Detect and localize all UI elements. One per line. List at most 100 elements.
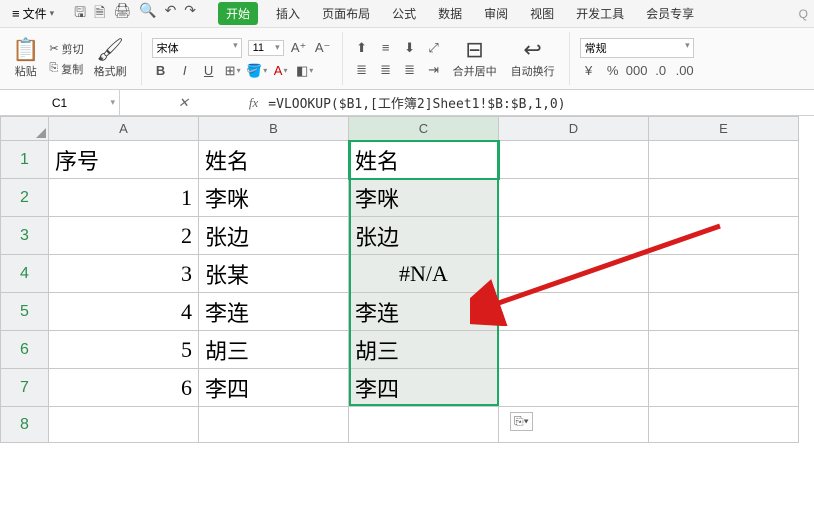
underline-icon[interactable]: U: [200, 62, 218, 80]
wrap-text-button[interactable]: ↩ 自动换行: [507, 37, 559, 81]
cell[interactable]: [499, 217, 649, 255]
orientation-icon[interactable]: ⤢: [425, 39, 443, 57]
row-header[interactable]: 7: [1, 369, 49, 407]
cell[interactable]: [499, 331, 649, 369]
select-all-corner[interactable]: [1, 117, 49, 141]
cell[interactable]: 1: [49, 179, 199, 217]
name-box-input[interactable]: [6, 96, 113, 110]
cell[interactable]: [649, 217, 799, 255]
cell[interactable]: [649, 179, 799, 217]
col-header-C[interactable]: C: [349, 117, 499, 141]
cell[interactable]: 3: [49, 255, 199, 293]
cell[interactable]: 李咪: [349, 179, 499, 217]
cell[interactable]: 胡三: [349, 331, 499, 369]
increase-font-icon[interactable]: A⁺: [290, 39, 308, 57]
highlight-icon[interactable]: ◧: [296, 62, 314, 80]
number-format-select[interactable]: 常规: [580, 38, 694, 58]
cell[interactable]: 李连: [349, 293, 499, 331]
merge-center-button[interactable]: ⊟ 合并居中: [449, 37, 501, 81]
row-header[interactable]: 8: [1, 407, 49, 443]
cell[interactable]: [49, 407, 199, 443]
cell[interactable]: [649, 141, 799, 179]
cell[interactable]: 李咪: [199, 179, 349, 217]
indent-icon[interactable]: ⇥: [425, 61, 443, 79]
comma-icon[interactable]: 000: [628, 62, 646, 80]
increase-decimal-icon[interactable]: .00: [676, 62, 694, 80]
cell[interactable]: [649, 255, 799, 293]
name-box[interactable]: [0, 90, 120, 115]
row-header[interactable]: 3: [1, 217, 49, 255]
fill-color-icon[interactable]: 🪣: [248, 62, 266, 80]
cell[interactable]: 张边: [199, 217, 349, 255]
undo-icon[interactable]: ↶: [165, 2, 177, 26]
tab-view[interactable]: 视图: [526, 2, 558, 25]
align-right-icon[interactable]: ≣: [401, 61, 419, 79]
cancel-formula-icon[interactable]: ✕: [178, 95, 189, 111]
decrease-font-icon[interactable]: A⁻: [314, 39, 332, 57]
tab-formula[interactable]: 公式: [388, 2, 420, 25]
print-icon[interactable]: 🖨: [113, 2, 131, 26]
cell[interactable]: [499, 141, 649, 179]
tab-insert[interactable]: 插入: [272, 2, 304, 25]
paste-button[interactable]: 📋 粘贴: [8, 37, 43, 81]
cell[interactable]: [199, 407, 349, 443]
paste-options-button[interactable]: ⎘▾: [510, 412, 533, 431]
row-header[interactable]: 6: [1, 331, 49, 369]
align-left-icon[interactable]: ≣: [353, 61, 371, 79]
cell[interactable]: 张某: [199, 255, 349, 293]
cell[interactable]: [649, 369, 799, 407]
tab-data[interactable]: 数据: [434, 2, 466, 25]
col-header-E[interactable]: E: [649, 117, 799, 141]
cell[interactable]: [649, 331, 799, 369]
align-middle-icon[interactable]: ≡: [377, 39, 395, 57]
tab-page-layout[interactable]: 页面布局: [318, 2, 374, 25]
font-color-icon[interactable]: A: [272, 62, 290, 80]
format-painter-button[interactable]: 🖌 格式刷: [90, 37, 131, 81]
cell-active[interactable]: 姓名: [349, 141, 499, 179]
align-top-icon[interactable]: ⬆: [353, 39, 371, 57]
cell[interactable]: [649, 407, 799, 443]
cut-button[interactable]: ✂ 剪切: [49, 41, 83, 57]
cell[interactable]: 6: [49, 369, 199, 407]
copy-button[interactable]: ⎘ 复制: [49, 61, 83, 77]
file-menu[interactable]: 文件: [6, 3, 60, 24]
row-header[interactable]: 5: [1, 293, 49, 331]
align-center-icon[interactable]: ≣: [377, 61, 395, 79]
cell[interactable]: 张边: [349, 217, 499, 255]
cell[interactable]: 5: [49, 331, 199, 369]
row-header[interactable]: 1: [1, 141, 49, 179]
cell[interactable]: [649, 293, 799, 331]
cell[interactable]: 4: [49, 293, 199, 331]
tab-start[interactable]: 开始: [218, 2, 258, 25]
cell[interactable]: [499, 369, 649, 407]
percent-icon[interactable]: %: [604, 62, 622, 80]
cell[interactable]: [349, 407, 499, 443]
cell[interactable]: 序号: [49, 141, 199, 179]
currency-icon[interactable]: ¥: [580, 62, 598, 80]
font-size-select[interactable]: 11: [248, 40, 284, 56]
decrease-decimal-icon[interactable]: .0: [652, 62, 670, 80]
border-icon[interactable]: ⊞: [224, 62, 242, 80]
save-icon[interactable]: 🖫: [74, 2, 86, 26]
cell[interactable]: [499, 293, 649, 331]
col-header-D[interactable]: D: [499, 117, 649, 141]
cell[interactable]: 胡三: [199, 331, 349, 369]
cell[interactable]: 2: [49, 217, 199, 255]
redo-icon[interactable]: ↷: [184, 2, 196, 26]
cell[interactable]: [499, 179, 649, 217]
row-header[interactable]: 4: [1, 255, 49, 293]
cell-error[interactable]: #N/A: [349, 255, 499, 293]
tab-member[interactable]: 会员专享: [642, 2, 698, 25]
align-bottom-icon[interactable]: ⬇: [401, 39, 419, 57]
save-as-icon[interactable]: 🗎: [94, 2, 105, 26]
cell[interactable]: [499, 255, 649, 293]
help-icon[interactable]: Q: [799, 7, 808, 21]
cell[interactable]: 李四: [199, 369, 349, 407]
row-header[interactable]: 2: [1, 179, 49, 217]
cell[interactable]: 李四: [349, 369, 499, 407]
formula-input[interactable]: =VLOOKUP($B1,[工作簿2]Sheet1!$B:$B,1,0): [268, 93, 806, 112]
cell[interactable]: 姓名: [199, 141, 349, 179]
col-header-A[interactable]: A: [49, 117, 199, 141]
print-preview-icon[interactable]: 🔍: [139, 2, 156, 26]
italic-icon[interactable]: I: [176, 62, 194, 80]
